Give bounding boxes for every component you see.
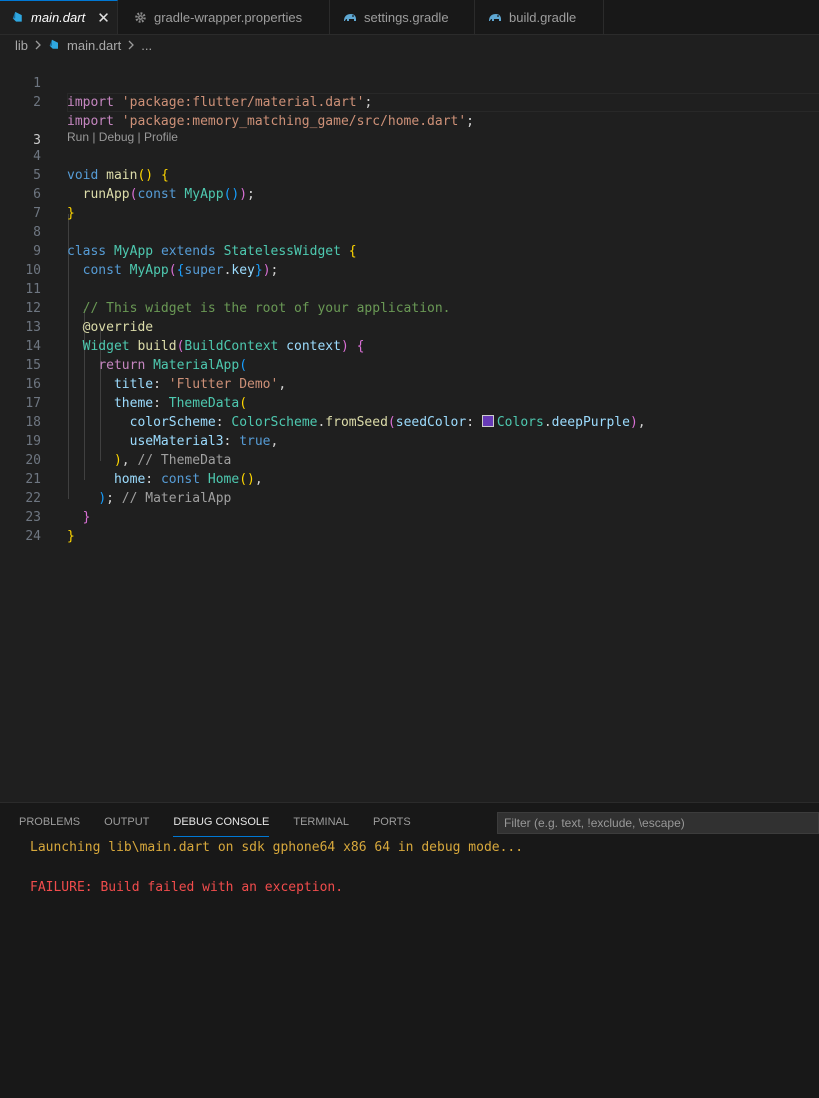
tab-output[interactable]: OUTPUT [104, 803, 149, 837]
code-line: 20 home: const Home(), [0, 432, 819, 487]
code-line: 12 @override [0, 280, 819, 335]
tab-label: settings.gradle [364, 9, 449, 25]
breadcrumb-folder[interactable]: lib [15, 38, 28, 53]
breadcrumb: lib main.dart ... [0, 35, 819, 55]
code-line: 10 [0, 242, 819, 278]
code-line: 1 import 'package:flutter/material.dart'… [0, 55, 819, 110]
code-line: 24 [0, 508, 819, 544]
code-line: 11 // This widget is the root of your ap… [0, 261, 819, 316]
tab-label: main.dart [31, 10, 86, 25]
gear-icon [132, 9, 148, 25]
gradle-elephant-icon [487, 9, 503, 25]
code-line: 2 import 'package:memory_matching_game/s… [0, 74, 819, 129]
code-line: 17 colorScheme: ColorScheme.fromSeed(see… [0, 375, 819, 430]
tab-ports[interactable]: PORTS [373, 803, 411, 837]
console-error-line: FAILURE: Build failed with an exception. [30, 880, 344, 895]
current-line-highlight [67, 93, 819, 112]
code-line: 21 ); // MaterialApp [0, 451, 819, 506]
code-line: 8 class MyApp extends StatelessWidget { [0, 204, 819, 259]
code-line: 23 } [0, 489, 819, 544]
tab-main-dart[interactable]: main.dart ✕ [0, 0, 118, 34]
code-line: 18 useMaterial3: true, [0, 394, 819, 449]
tab-settings-gradle[interactable]: settings.gradle [330, 0, 475, 34]
code-line: 16 theme: ThemeData( [0, 356, 819, 411]
gradle-elephant-icon [342, 9, 358, 25]
code-line: 22 } [0, 470, 819, 525]
dart-icon [12, 10, 25, 26]
tab-gradle-wrapper-properties[interactable]: gradle-wrapper.properties [118, 0, 330, 34]
code-line: 14 return MaterialApp( [0, 318, 819, 373]
panel-tabs: PROBLEMS OUTPUT DEBUG CONSOLE TERMINAL P… [0, 803, 435, 837]
filter-input[interactable]: Filter (e.g. text, !exclude, \escape) [497, 812, 819, 834]
tab-debug-console[interactable]: DEBUG CONSOLE [173, 803, 270, 837]
code-lens-line: Run | Debug | Profile [0, 112, 819, 144]
code-line: 5 runApp(const MyApp()); [0, 147, 819, 202]
console-output-line: Launching lib\main.dart on sdk gphone64 … [30, 840, 524, 855]
code-line: 6 } [0, 166, 819, 221]
breadcrumb-more[interactable]: ... [141, 38, 152, 53]
tab-label: build.gradle [509, 9, 577, 25]
code-line: 9 const MyApp({super.key}); [0, 223, 819, 278]
line-number: 24 [25, 529, 41, 544]
chevron-right-icon [127, 38, 135, 53]
code-editor[interactable]: 1 import 'package:flutter/material.dart'… [0, 55, 819, 800]
dart-icon [48, 38, 62, 52]
breadcrumb-file[interactable]: main.dart [67, 38, 121, 53]
code-line: 4 void main() { [0, 128, 819, 183]
tab-problems[interactable]: PROBLEMS [19, 803, 80, 837]
code-line: 13 Widget build(BuildContext context) { [0, 299, 819, 354]
editor-tab-bar: main.dart ✕ gradle-wrapper.properties se… [0, 0, 819, 35]
tab-terminal[interactable]: TERMINAL [293, 803, 349, 837]
code-line-current: 3 [0, 93, 819, 148]
code-line: 7 [0, 185, 819, 221]
bottom-panel: PROBLEMS OUTPUT DEBUG CONSOLE TERMINAL P… [0, 802, 819, 1098]
tab-build-gradle[interactable]: build.gradle [475, 0, 604, 34]
close-icon[interactable]: ✕ [97, 9, 110, 27]
code-line: 15 title: 'Flutter Demo', [0, 337, 819, 392]
chevron-right-icon [34, 38, 42, 53]
code-line: 19 ), // ThemeData [0, 413, 819, 468]
tab-label: gradle-wrapper.properties [154, 9, 303, 25]
